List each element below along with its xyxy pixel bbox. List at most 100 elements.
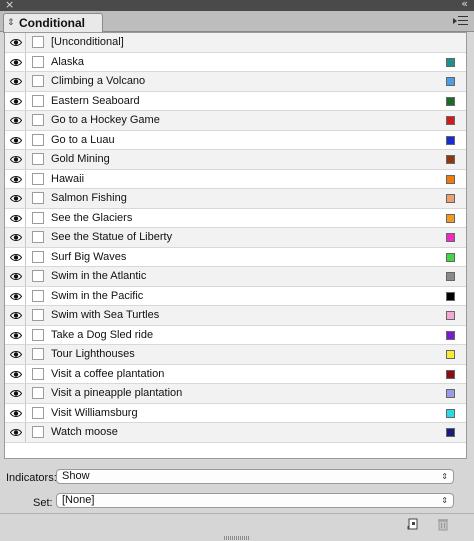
visibility-eye-icon[interactable]	[5, 325, 26, 344]
visibility-eye-icon[interactable]	[5, 189, 26, 208]
condition-row[interactable]: Gold Mining	[5, 150, 466, 170]
menu-line-icon	[458, 16, 468, 17]
condition-label: Swim with Sea Turtles	[51, 309, 160, 321]
condition-checkbox[interactable]	[32, 367, 44, 380]
visibility-eye-icon[interactable]	[5, 91, 26, 110]
visibility-eye-icon[interactable]	[5, 111, 26, 130]
condition-checkbox[interactable]	[32, 231, 44, 243]
condition-row[interactable]: Surf Big Waves	[5, 247, 466, 267]
condition-label: Visit a pineapple plantation	[51, 387, 183, 399]
visibility-eye-icon[interactable]	[5, 130, 26, 149]
visibility-eye-icon[interactable]	[5, 403, 26, 422]
condition-row[interactable]: Swim in the Atlantic	[5, 267, 466, 287]
condition-color-swatch	[446, 369, 455, 379]
condition-checkbox[interactable]	[32, 75, 44, 87]
visibility-eye-icon[interactable]	[5, 52, 26, 71]
condition-color-swatch	[446, 272, 455, 281]
condition-label: Surf Big Waves	[51, 250, 127, 263]
condition-row[interactable]: Eastern Seaboard	[5, 91, 466, 111]
condition-row[interactable]: See the Statue of Liberty	[5, 228, 466, 248]
panel-title-bar: × «	[0, 0, 474, 11]
condition-checkbox[interactable]	[32, 94, 44, 107]
visibility-eye-icon[interactable]	[5, 33, 26, 52]
visibility-eye-icon[interactable]	[5, 364, 26, 383]
condition-row[interactable]: See the Glaciers	[5, 208, 466, 228]
panel-menu-button[interactable]	[453, 13, 469, 29]
resize-grip[interactable]	[224, 536, 250, 540]
condition-checkbox[interactable]	[32, 153, 44, 165]
visibility-eye-icon[interactable]	[5, 169, 26, 188]
visibility-eye-icon[interactable]	[5, 286, 26, 305]
condition-checkbox[interactable]	[32, 289, 44, 302]
condition-row[interactable]: [Unconditional]	[5, 33, 466, 53]
visibility-eye-icon[interactable]	[5, 306, 26, 325]
indicators-select[interactable]: Show ⇕	[56, 469, 454, 484]
condition-row[interactable]: Salmon Fishing	[5, 189, 466, 209]
condition-row[interactable]: Visit a pineapple plantation	[5, 384, 466, 404]
condition-color-swatch	[446, 96, 455, 106]
condition-label: See the Statue of Liberty	[51, 231, 173, 243]
condition-checkbox[interactable]	[32, 55, 44, 68]
condition-checkbox[interactable]	[32, 192, 44, 204]
select-arrows-icon: ⇕	[441, 496, 448, 505]
condition-checkbox[interactable]	[32, 133, 44, 146]
condition-label: [Unconditional]	[51, 36, 124, 48]
condition-row[interactable]: Alaska	[5, 52, 466, 72]
visibility-eye-icon[interactable]	[5, 72, 26, 91]
condition-row[interactable]: Go to a Hockey Game	[5, 111, 466, 131]
condition-color-swatch	[446, 428, 455, 437]
condition-checkbox[interactable]	[32, 309, 44, 321]
condition-color-swatch	[446, 213, 455, 223]
condition-checkbox[interactable]	[32, 426, 44, 438]
condition-checkbox[interactable]	[32, 348, 44, 360]
condition-color-swatch	[446, 389, 455, 398]
condition-checkbox[interactable]	[32, 270, 44, 282]
visibility-eye-icon[interactable]	[5, 247, 26, 266]
condition-checkbox[interactable]	[32, 250, 44, 263]
condition-checkbox[interactable]	[32, 328, 44, 341]
visibility-eye-icon[interactable]	[5, 423, 26, 442]
new-condition-icon[interactable]	[406, 517, 420, 531]
condition-color-swatch	[446, 233, 455, 242]
condition-checkbox[interactable]	[32, 114, 44, 126]
condition-color-swatch	[446, 116, 455, 125]
condition-row[interactable]: Visit a coffee plantation	[5, 364, 466, 384]
condition-row[interactable]: Swim in the Pacific	[5, 286, 466, 306]
condition-row[interactable]: Go to a Luau	[5, 130, 466, 150]
condition-label: Eastern Seaboard	[51, 94, 140, 107]
trash-icon[interactable]	[436, 517, 450, 531]
panel-menu-arrow-icon	[453, 18, 457, 24]
visibility-eye-icon[interactable]	[5, 384, 26, 403]
condition-checkbox[interactable]	[32, 36, 44, 48]
condition-row[interactable]: Swim with Sea Turtles	[5, 306, 466, 326]
condition-label: See the Glaciers	[51, 211, 133, 224]
condition-color-swatch	[446, 408, 455, 418]
condition-label: Take a Dog Sled ride	[51, 328, 154, 341]
visibility-eye-icon[interactable]	[5, 345, 26, 364]
condition-label: Visit Williamsburg	[51, 406, 138, 419]
panel-tab-row: ⇕ Conditional Text	[0, 11, 474, 48]
select-arrows-icon: ⇕	[441, 472, 448, 481]
close-icon[interactable]: ×	[5, 0, 14, 11]
condition-label: Visit a coffee plantation	[51, 367, 165, 380]
visibility-eye-icon[interactable]	[5, 267, 26, 286]
condition-row[interactable]: Climbing a Volcano	[5, 72, 466, 92]
visibility-eye-icon[interactable]	[5, 208, 26, 227]
condition-row[interactable]: Watch moose	[5, 423, 466, 443]
condition-row[interactable]: Tour Lighthouses	[5, 345, 466, 365]
footer-divider	[0, 513, 474, 514]
condition-checkbox[interactable]	[32, 406, 44, 419]
set-select[interactable]: [None] ⇕	[56, 493, 454, 508]
condition-checkbox[interactable]	[32, 211, 44, 224]
tab-toggle-icon[interactable]: ⇕	[7, 14, 15, 32]
condition-row[interactable]: Visit Williamsburg	[5, 403, 466, 423]
condition-row[interactable]: Take a Dog Sled ride	[5, 325, 466, 345]
tab-conditional-text[interactable]: ⇕ Conditional Text	[3, 13, 103, 48]
condition-checkbox[interactable]	[32, 172, 44, 185]
condition-label: Swim in the Atlantic	[51, 270, 147, 282]
collapse-icon[interactable]: «	[461, 0, 468, 10]
condition-checkbox[interactable]	[32, 387, 44, 399]
visibility-eye-icon[interactable]	[5, 228, 26, 247]
condition-row[interactable]: Hawaii	[5, 169, 466, 189]
visibility-eye-icon[interactable]	[5, 150, 26, 169]
